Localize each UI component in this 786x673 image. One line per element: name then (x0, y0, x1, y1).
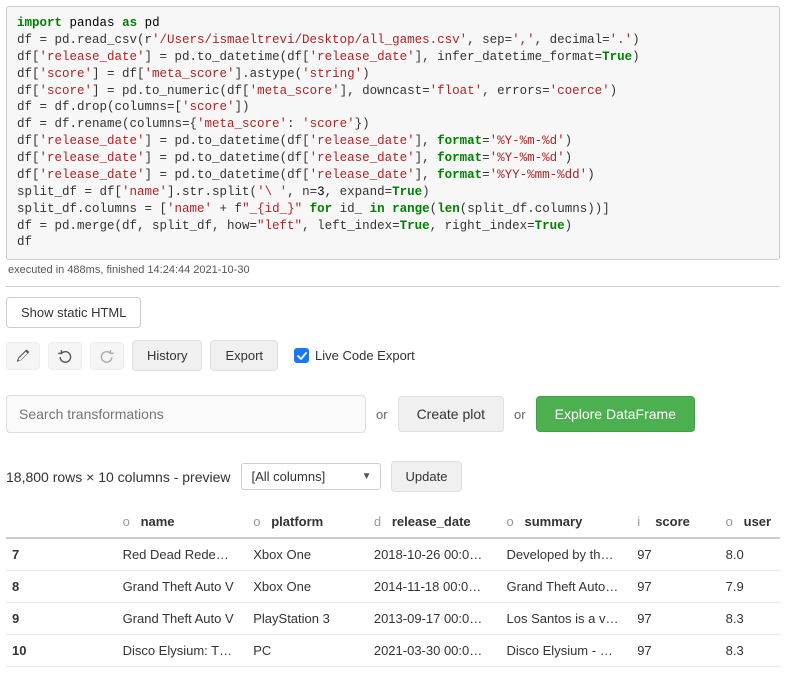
explore-dataframe-button[interactable]: Explore DataFrame (536, 396, 695, 432)
live-code-export-label: Live Code Export (315, 348, 415, 363)
cell-user-review: 8.3 (720, 635, 780, 667)
column-header-label: name (141, 514, 175, 529)
table-row[interactable]: 8Grand Theft Auto VXbox One2014-11-18 00… (6, 571, 780, 603)
column-header-label: release_date (392, 514, 471, 529)
column-header-platform[interactable]: o platform (247, 506, 368, 538)
edit-button[interactable] (6, 342, 40, 370)
cell-platform: Xbox One (247, 571, 368, 603)
cell-release-date: 2013-09-17 00:0… (368, 603, 501, 635)
execution-info: executed in 488ms, finished 14:24:44 202… (6, 260, 780, 284)
cell-name: Red Dead Rede… (117, 538, 248, 571)
cell-index: 8 (6, 571, 117, 603)
or-label-2: or (514, 407, 526, 422)
check-icon (297, 351, 307, 361)
pencil-icon (16, 349, 30, 363)
cell-summary: Developed by th… (501, 538, 632, 571)
create-plot-button[interactable]: Create plot (398, 396, 504, 432)
cell-score: 97 (631, 571, 719, 603)
cell-score: 97 (631, 538, 719, 571)
export-button[interactable]: Export (210, 340, 278, 371)
cell-user-review: 7.9 (720, 571, 780, 603)
column-header-release_date[interactable]: d release_date (368, 506, 501, 538)
cell-name: Disco Elysium: T… (117, 635, 248, 667)
preview-row: 18,800 rows × 10 columns - preview [All … (6, 461, 780, 492)
redo-icon (100, 349, 114, 363)
column-header-score[interactable]: iscore (631, 506, 719, 538)
action-row: or Create plot or Explore DataFrame (6, 395, 780, 433)
cell-summary: Los Santos is a v… (501, 603, 632, 635)
table-body: 7Red Dead Rede…Xbox One2018-10-26 00:0…D… (6, 538, 780, 667)
column-header-label: score (655, 514, 690, 529)
cell-score: 97 (631, 635, 719, 667)
column-header-summary[interactable]: o summary (501, 506, 632, 538)
divider (6, 286, 780, 287)
table-header-row: onameoplatformdrelease_dateosummaryiscor… (6, 506, 780, 538)
cell-name: Grand Theft Auto V (117, 571, 248, 603)
cell-score: 97 (631, 603, 719, 635)
table-row[interactable]: 9Grand Theft Auto VPlayStation 32013-09-… (6, 603, 780, 635)
column-type-badge: d (374, 514, 386, 529)
undo-button[interactable] (48, 342, 82, 370)
column-type-badge: o (507, 514, 519, 529)
update-button[interactable]: Update (391, 461, 463, 492)
or-label-1: or (376, 407, 388, 422)
columns-select-value: [All columns] (252, 469, 326, 484)
cell-summary: Grand Theft Auto… (501, 571, 632, 603)
column-header-label: platform (271, 514, 323, 529)
table-row[interactable]: 10Disco Elysium: T…PC2021-03-30 00:0…Dis… (6, 635, 780, 667)
chevron-down-icon: ▼ (362, 471, 372, 482)
columns-select[interactable]: [All columns] ▼ (241, 463, 381, 490)
cell-platform: Xbox One (247, 538, 368, 571)
table-row[interactable]: 7Red Dead Rede…Xbox One2018-10-26 00:0…D… (6, 538, 780, 571)
column-type-badge: o (253, 514, 265, 529)
live-code-export-checkbox[interactable] (294, 348, 309, 363)
cell-user-review: 8.0 (720, 538, 780, 571)
rows-cols-summary: 18,800 rows × 10 columns - preview (6, 469, 231, 485)
cell-index: 7 (6, 538, 117, 571)
search-input[interactable] (6, 395, 366, 433)
cell-user-review: 8.3 (720, 603, 780, 635)
column-header-user[interactable]: ouser (720, 506, 780, 538)
code-cell[interactable]: import pandas as pd df = pd.read_csv(r'/… (6, 6, 780, 260)
show-static-html-button[interactable]: Show static HTML (6, 297, 141, 328)
cell-platform: PlayStation 3 (247, 603, 368, 635)
history-button[interactable]: History (132, 340, 202, 371)
redo-button[interactable] (90, 342, 124, 370)
cell-summary: Disco Elysium - … (501, 635, 632, 667)
column-header-index[interactable] (6, 506, 117, 538)
dataframe-table: onameoplatformdrelease_dateosummaryiscor… (6, 506, 780, 667)
cell-name: Grand Theft Auto V (117, 603, 248, 635)
cell-platform: PC (247, 635, 368, 667)
undo-icon (58, 349, 72, 363)
column-header-label: user (744, 514, 771, 529)
column-type-badge: i (637, 514, 649, 529)
cell-release-date: 2021-03-30 00:0… (368, 635, 501, 667)
column-header-label: summary (525, 514, 583, 529)
cell-index: 9 (6, 603, 117, 635)
cell-index: 10 (6, 635, 117, 667)
column-type-badge: o (726, 514, 738, 529)
toolbar: History Export Live Code Export (6, 340, 780, 371)
cell-release-date: 2018-10-26 00:0… (368, 538, 501, 571)
column-type-badge: o (123, 514, 135, 529)
cell-release-date: 2014-11-18 00:0… (368, 571, 501, 603)
column-header-name[interactable]: oname (117, 506, 248, 538)
